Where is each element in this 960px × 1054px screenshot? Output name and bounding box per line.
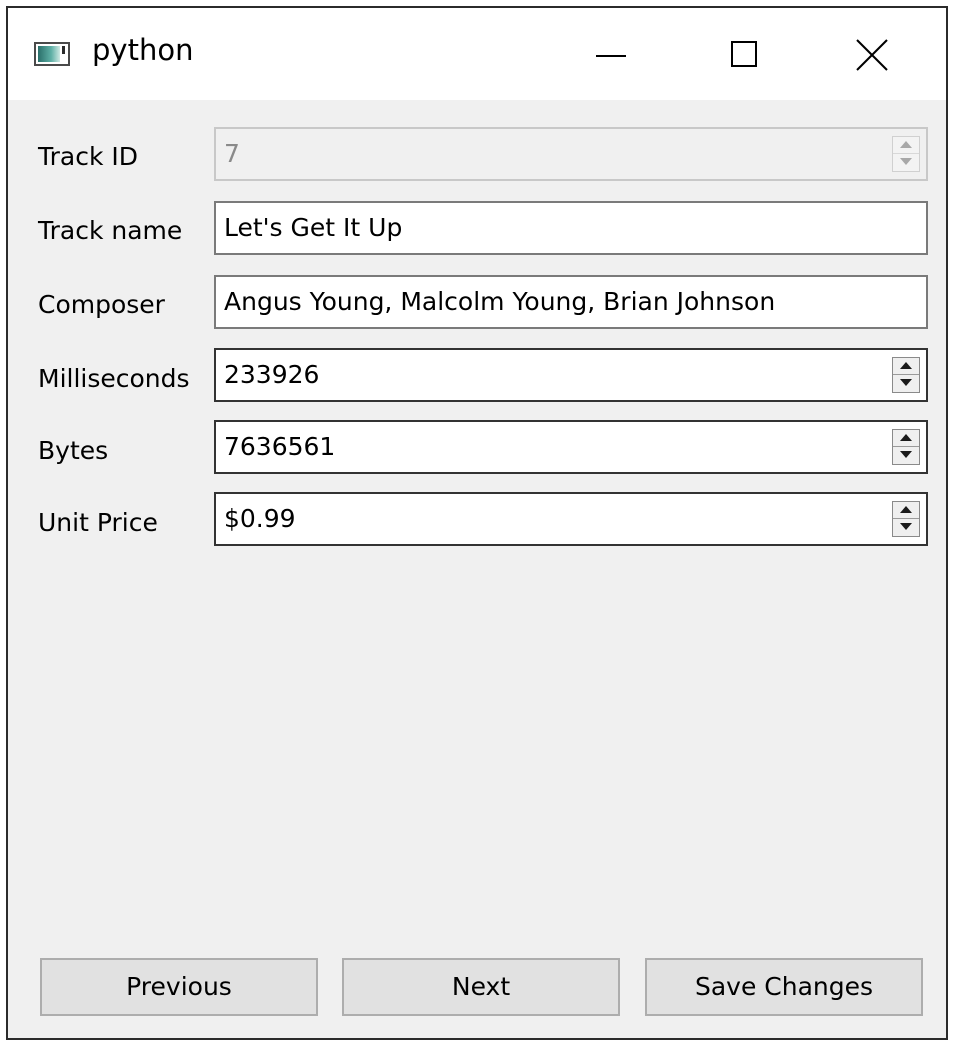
unit-price-spin-buttons [892,501,920,537]
track-name-input[interactable]: Let's Get It Up [214,201,928,255]
app-window: python Track ID 7 Track name Let's Get I… [6,6,948,1040]
arrow-down-icon [900,379,912,386]
track-id-label: Track ID [38,142,138,171]
composer-input[interactable]: Angus Young, Malcolm Young, Brian Johnso… [214,275,928,329]
unit-price-increment-button[interactable] [893,502,919,519]
composer-label: Composer [38,290,165,319]
track-id-decrement-button [893,154,919,171]
unit-price-label: Unit Price [38,508,158,537]
save-changes-button[interactable]: Save Changes [645,958,923,1016]
next-button[interactable]: Next [342,958,620,1016]
composer-value: Angus Young, Malcolm Young, Brian Johnso… [224,287,776,316]
bytes-increment-button[interactable] [893,430,919,447]
arrow-down-icon [900,523,912,530]
window-title: python [92,33,194,67]
milliseconds-label: Milliseconds [38,364,190,393]
close-button[interactable] [813,8,943,100]
bytes-value: 7636561 [224,432,336,461]
milliseconds-decrement-button[interactable] [893,375,919,392]
milliseconds-value: 233926 [224,360,320,389]
maximize-icon [731,41,757,67]
unit-price-value: $0.99 [224,504,296,533]
arrow-up-icon [900,362,912,369]
title-bar[interactable]: python [8,8,946,100]
previous-button[interactable]: Previous [40,958,318,1016]
arrow-up-icon [900,506,912,513]
bytes-spinbox[interactable]: 7636561 [214,420,928,474]
milliseconds-increment-button[interactable] [893,358,919,375]
minimize-button[interactable] [553,8,683,100]
track-name-value: Let's Get It Up [224,213,403,242]
unit-price-decrement-button[interactable] [893,519,919,536]
minimize-icon [596,55,626,57]
track-id-spinbox: 7 [214,127,928,181]
maximize-button[interactable] [683,8,813,100]
bytes-decrement-button[interactable] [893,447,919,464]
arrow-up-icon [900,141,912,148]
track-id-increment-button [893,137,919,154]
track-id-value: 7 [224,139,240,168]
close-icon [856,39,888,71]
python-app-icon [34,42,70,66]
track-name-label: Track name [38,216,183,245]
milliseconds-spin-buttons [892,357,920,393]
arrow-up-icon [900,434,912,441]
arrow-down-icon [900,158,912,165]
milliseconds-spinbox[interactable]: 233926 [214,348,928,402]
unit-price-spinbox[interactable]: $0.99 [214,492,928,546]
track-id-spin-buttons [892,136,920,172]
bytes-label: Bytes [38,436,109,465]
arrow-down-icon [900,451,912,458]
bytes-spin-buttons [892,429,920,465]
